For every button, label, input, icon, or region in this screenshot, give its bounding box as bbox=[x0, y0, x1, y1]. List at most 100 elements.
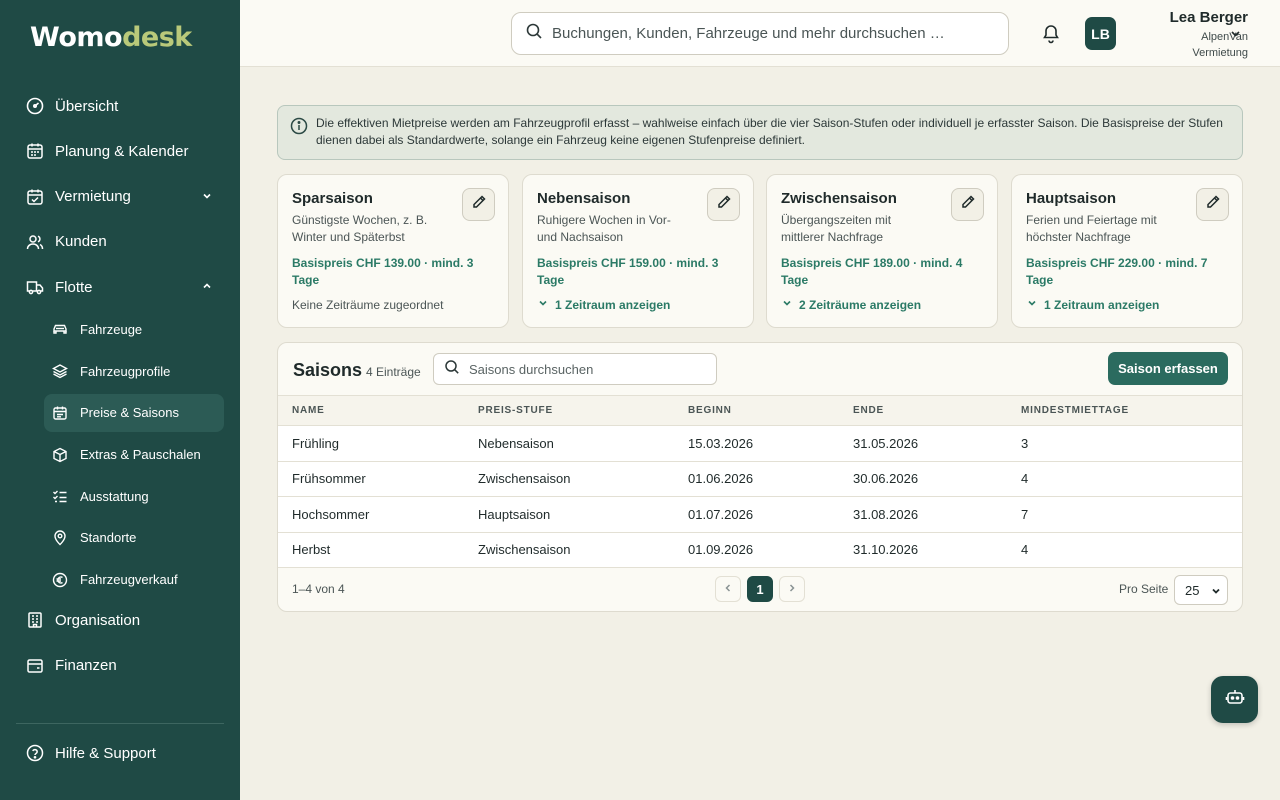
sidebar-divider bbox=[16, 723, 224, 724]
cell-price-tier: Nebensaison bbox=[464, 425, 674, 462]
checklist-icon bbox=[52, 488, 68, 504]
table-row[interactable]: Herbst Zwischensaison 01.09.2026 31.10.2… bbox=[278, 532, 1242, 568]
chevron-down-icon bbox=[200, 189, 214, 203]
sidebar-item-help[interactable]: Hilfe & Support bbox=[26, 744, 156, 762]
info-icon bbox=[290, 117, 308, 135]
sidebar-item-label: Kunden bbox=[55, 233, 107, 251]
cell-end: 31.05.2026 bbox=[839, 425, 1007, 462]
pencil-icon bbox=[1205, 194, 1221, 215]
users-icon bbox=[26, 233, 44, 251]
cell-name: Frühsommer bbox=[278, 461, 464, 497]
layers-icon bbox=[52, 363, 68, 379]
cell-start: 01.06.2026 bbox=[674, 461, 839, 497]
bell-icon[interactable] bbox=[1041, 22, 1061, 44]
cell-start: 15.03.2026 bbox=[674, 425, 839, 462]
seasons-panel: Saisons 4 Einträge Saison erfassen NAME … bbox=[277, 342, 1243, 612]
edit-button[interactable] bbox=[462, 188, 495, 221]
card-base-price: Basispreis CHF 159.00 · mind. 3 Tage bbox=[537, 256, 719, 287]
show-periods-toggle[interactable]: 1 Zeitraum anzeigen bbox=[1026, 297, 1228, 312]
panel-title: Saisons bbox=[293, 360, 363, 380]
dashboard-gauge-icon bbox=[26, 97, 44, 115]
sidebar-item-uebersicht[interactable]: Übersicht bbox=[16, 88, 224, 124]
entry-count: 4 Einträge bbox=[366, 365, 421, 379]
sidebar-item-finanzen[interactable]: Finanzen bbox=[16, 648, 224, 684]
calendar-check-icon bbox=[26, 188, 44, 206]
next-page-button[interactable] bbox=[779, 576, 805, 602]
sidebar-item-label: Übersicht bbox=[55, 97, 119, 115]
per-page-label: Pro Seite bbox=[1119, 582, 1169, 596]
chevron-right-icon bbox=[786, 582, 798, 597]
cell-price-tier: Hauptsaison bbox=[464, 496, 674, 533]
seasons-search-input[interactable] bbox=[469, 361, 709, 377]
table-row[interactable]: Hochsommer Hauptsaison 01.07.2026 31.08.… bbox=[278, 496, 1242, 533]
sidebar-item-flotte[interactable]: Flotte bbox=[16, 269, 224, 305]
edit-button[interactable] bbox=[951, 188, 984, 221]
cell-end: 31.10.2026 bbox=[839, 532, 1007, 568]
table-footer: 1–4 von 4 1 Pro Seite 25 bbox=[278, 571, 1242, 611]
chevron-down-icon[interactable] bbox=[1229, 27, 1242, 40]
sidebar-item-label: Finanzen bbox=[55, 657, 117, 675]
column-header-min-days[interactable]: MINDESTMIETTAGE bbox=[1007, 395, 1242, 426]
cell-name: Frühling bbox=[278, 425, 464, 462]
assistant-button[interactable] bbox=[1211, 676, 1258, 723]
add-season-button[interactable]: Saison erfassen bbox=[1108, 352, 1228, 385]
sidebar-item-fahrzeuge[interactable]: Fahrzeuge bbox=[44, 310, 224, 348]
package-icon bbox=[52, 447, 68, 463]
sidebar-item-preise-saisons[interactable]: Preise & Saisons bbox=[44, 393, 224, 432]
table-row[interactable]: Frühsommer Zwischensaison 01.06.2026 30.… bbox=[278, 461, 1242, 497]
sidebar-item-label: Fahrzeugprofile bbox=[80, 363, 171, 379]
building-icon bbox=[26, 611, 44, 629]
search-icon bbox=[444, 359, 460, 380]
show-periods-toggle[interactable]: 2 Zeiträume anzeigen bbox=[781, 297, 983, 312]
season-card-nebensaison: Nebensaison Ruhigere Wochen in Vor- und … bbox=[522, 174, 754, 328]
cell-min-days: 4 bbox=[1007, 461, 1242, 497]
sidebar-item-kunden[interactable]: Kunden bbox=[16, 224, 224, 260]
column-header-name[interactable]: NAME bbox=[278, 395, 464, 426]
user-name: Lea Berger bbox=[1169, 9, 1248, 26]
column-header-end[interactable]: ENDE bbox=[839, 395, 1007, 426]
sidebar-item-extras[interactable]: Extras & Pauschalen bbox=[44, 436, 224, 474]
cell-start: 01.09.2026 bbox=[674, 532, 839, 568]
column-header-price-tier[interactable]: PREIS-STUFE bbox=[464, 395, 674, 426]
prev-page-button[interactable] bbox=[715, 576, 741, 602]
edit-button[interactable] bbox=[1196, 188, 1229, 221]
robot-icon bbox=[1225, 687, 1245, 712]
global-search[interactable] bbox=[511, 12, 1009, 55]
sidebar-item-label: Organisation bbox=[55, 611, 141, 629]
show-periods-toggle[interactable]: 1 Zeitraum anzeigen bbox=[537, 297, 739, 312]
sidebar-item-organisation[interactable]: Organisation bbox=[16, 602, 224, 638]
card-description: Günstigste Wochen, z. B. Winter und Spät… bbox=[292, 213, 428, 244]
per-page-select[interactable]: 25 bbox=[1174, 575, 1228, 605]
sidebar-item-vermietung[interactable]: Vermietung bbox=[16, 179, 224, 215]
sidebar-item-fahrzeugverkauf[interactable]: Fahrzeugverkauf bbox=[44, 561, 224, 599]
sidebar-item-standorte[interactable]: Standorte bbox=[44, 519, 224, 557]
sidebar-item-fahrzeugprofile[interactable]: Fahrzeugprofile bbox=[44, 352, 224, 390]
card-base-price: Basispreis CHF 189.00 · mind. 4 Tage bbox=[781, 256, 963, 287]
season-tier-cards: Sparsaison Günstigste Wochen, z. B. Wint… bbox=[277, 174, 1243, 328]
seasons-table: NAME PREIS-STUFE BEGINN ENDE MINDESTMIET… bbox=[278, 395, 1242, 568]
cell-start: 01.07.2026 bbox=[674, 496, 839, 533]
card-description: Ferien und Feiertage mit höchster Nachfr… bbox=[1026, 213, 1157, 244]
avatar[interactable]: LB bbox=[1085, 17, 1116, 50]
table-row[interactable]: Frühling Nebensaison 15.03.2026 31.05.20… bbox=[278, 425, 1242, 462]
chevron-down-icon bbox=[1026, 297, 1044, 312]
card-no-periods: Keine Zeiträume zugeordnet bbox=[292, 298, 444, 312]
info-text: Die effektiven Mietpreise werden am Fahr… bbox=[316, 116, 1223, 147]
card-base-price: Basispreis CHF 229.00 · mind. 7 Tage bbox=[1026, 256, 1208, 287]
chevron-up-icon bbox=[200, 279, 214, 293]
sidebar-item-ausstattung[interactable]: Ausstattung bbox=[44, 477, 224, 515]
sidebar-item-label: Preise & Saisons bbox=[80, 405, 179, 421]
season-card-hauptsaison: Hauptsaison Ferien und Feiertage mit höc… bbox=[1011, 174, 1243, 328]
cell-min-days: 4 bbox=[1007, 532, 1242, 568]
page-button-1[interactable]: 1 bbox=[747, 576, 773, 602]
sidebar-item-label: Ausstattung bbox=[80, 488, 149, 504]
column-header-start[interactable]: BEGINN bbox=[674, 395, 839, 426]
sidebar: Womodesk Übersicht Planung & Kalender Ve… bbox=[0, 0, 240, 800]
global-search-input[interactable] bbox=[552, 25, 992, 42]
sidebar-item-label: Flotte bbox=[55, 278, 93, 296]
sidebar-item-label: Standorte bbox=[80, 530, 137, 546]
sidebar-item-planung[interactable]: Planung & Kalender bbox=[16, 133, 224, 169]
seasons-search[interactable] bbox=[433, 353, 717, 385]
edit-button[interactable] bbox=[707, 188, 740, 221]
brand-logo[interactable]: Womodesk bbox=[30, 22, 192, 53]
